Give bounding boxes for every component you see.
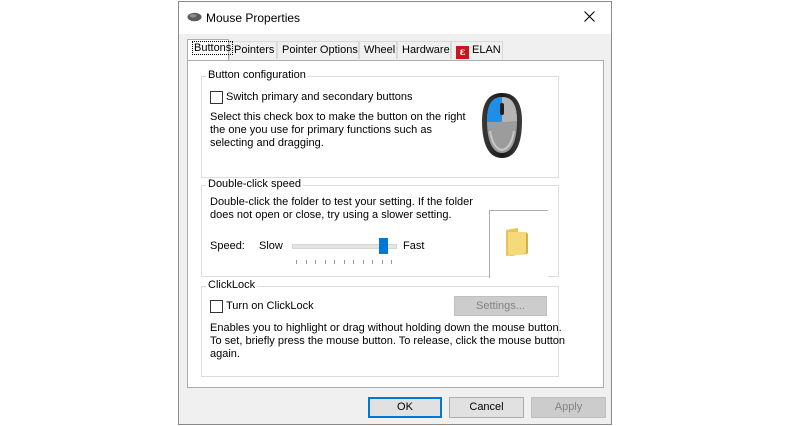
tab-label: Pointer Options [282, 44, 358, 56]
slider-tick [315, 260, 316, 264]
double-click-speed-group: Double-click speed Double-click the fold… [201, 178, 559, 278]
slider-tick [334, 260, 335, 264]
slider-tick [344, 260, 345, 264]
tab-elan[interactable]: ε ELAN [451, 41, 503, 59]
description-line: does not open or close, try using a slow… [210, 209, 452, 221]
tab-label: Buttons [192, 41, 234, 55]
folder-icon [504, 226, 530, 261]
mouse-icon [478, 91, 526, 164]
window-title: Mouse Properties [206, 11, 301, 25]
group-title: ClickLock [206, 279, 258, 291]
tab-wheel[interactable]: Wheel [359, 41, 397, 59]
buttons-tab-panel: Button configuration Switch primary and … [187, 60, 604, 388]
tab-label: Hardware [402, 44, 450, 56]
slider-tick [363, 260, 364, 264]
slider-tick [372, 260, 373, 264]
speed-slider[interactable] [292, 238, 397, 268]
switch-buttons-label[interactable]: Switch primary and secondary buttons [226, 91, 412, 104]
tab-pointers[interactable]: Pointers [229, 41, 277, 59]
title-bar: Mouse Properties [179, 2, 611, 34]
description-line: Double-click the folder to test your set… [210, 196, 473, 208]
tab-label: Pointers [234, 44, 275, 56]
clicklock-checkbox[interactable] [210, 300, 223, 313]
tab-hardware[interactable]: Hardware [397, 41, 451, 59]
slider-tick [325, 260, 326, 264]
mouse-icon [187, 12, 202, 25]
description-line: again. [210, 348, 240, 360]
button-configuration-group: Button configuration Switch primary and … [201, 69, 559, 178]
switch-buttons-checkbox[interactable] [210, 91, 223, 104]
fast-label: Fast [403, 240, 425, 252]
clicklock-label[interactable]: Turn on ClickLock [226, 300, 314, 313]
cancel-button[interactable]: Cancel [449, 397, 524, 418]
slider-tick [353, 260, 354, 264]
slider-tick [391, 260, 392, 264]
clicklock-settings-button[interactable]: Settings... [454, 296, 547, 316]
elan-icon: ε [456, 46, 469, 59]
clicklock-group: ClickLock Turn on ClickLock Settings... … [201, 279, 565, 377]
description-line: Enables you to highlight or drag without… [210, 322, 562, 334]
tab-label: ELAN [472, 44, 501, 56]
close-button[interactable] [567, 2, 611, 34]
tab-buttons[interactable]: Buttons [187, 39, 234, 60]
test-folder-area[interactable] [489, 210, 548, 278]
slider-tick [296, 260, 297, 264]
tab-pointer-options[interactable]: Pointer Options [277, 41, 359, 59]
slider-tick [306, 260, 307, 264]
slider-tick [382, 260, 383, 264]
description-line: selecting and dragging. [210, 137, 324, 149]
close-icon [583, 11, 595, 25]
apply-button[interactable]: Apply [531, 397, 606, 418]
mouse-properties-dialog: Mouse Properties Buttons Pointers Pointe… [178, 1, 612, 425]
description-line: Select this check box to make the button… [210, 111, 466, 123]
description-line: the one you use for primary functions su… [210, 124, 432, 136]
tab-label: Wheel [364, 44, 396, 56]
slider-thumb[interactable] [379, 238, 388, 254]
slow-label: Slow [259, 240, 283, 252]
group-title: Double-click speed [206, 178, 303, 190]
description-line: To set, briefly press the mouse button. … [210, 335, 566, 347]
ok-button[interactable]: OK [368, 397, 442, 418]
group-title: Button configuration [206, 69, 308, 81]
speed-label: Speed: [210, 240, 245, 252]
